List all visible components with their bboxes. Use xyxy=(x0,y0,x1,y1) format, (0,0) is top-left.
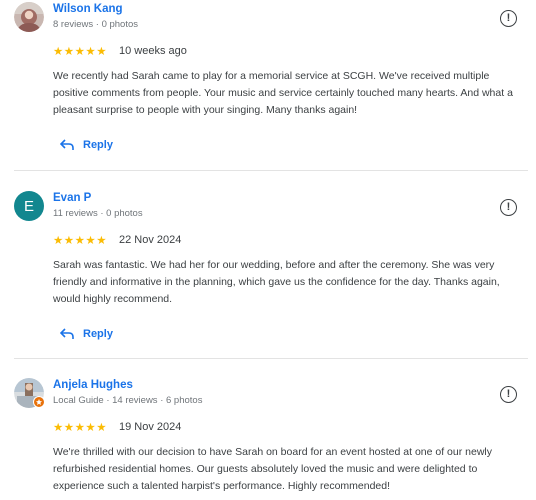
review-text: Sarah was fantastic. We had her for our … xyxy=(53,259,500,305)
review-card: Anjela Hughes Local Guide · 14 reviews ·… xyxy=(0,375,536,500)
avatar[interactable] xyxy=(14,2,44,32)
star-rating: ★★★★★ xyxy=(53,46,108,58)
more-options-icon[interactable]: ! xyxy=(500,199,517,216)
review-text: We're thrilled with our decision to have… xyxy=(53,446,492,492)
reviewer-name[interactable]: Evan P xyxy=(53,192,91,204)
divider xyxy=(14,170,528,171)
divider xyxy=(14,358,528,359)
reviewer-name[interactable]: Wilson Kang xyxy=(53,3,123,15)
review-card: Wilson Kang 8 reviews · 0 photos ! ★★★★★… xyxy=(0,0,536,170)
review-card: E Evan P 11 reviews · 0 photos ! ★★★★★ 2… xyxy=(0,188,536,358)
local-guide-badge-icon xyxy=(33,396,45,408)
review-date: 19 Nov 2024 xyxy=(119,421,182,433)
reviewer-meta: Local Guide · 14 reviews · 6 photos xyxy=(53,395,203,406)
reply-button[interactable]: Reply xyxy=(60,328,113,340)
more-options-icon[interactable]: ! xyxy=(500,10,517,27)
review-date: 22 Nov 2024 xyxy=(119,234,182,246)
reply-arrow-icon xyxy=(60,139,74,150)
reply-label: Reply xyxy=(83,328,113,340)
reviewer-meta: 8 reviews · 0 photos xyxy=(53,19,139,30)
star-rating: ★★★★★ xyxy=(53,235,108,247)
reviewer-meta: 11 reviews · 0 photos xyxy=(53,208,143,219)
avatar[interactable] xyxy=(14,378,45,408)
reviewer-name[interactable]: Anjela Hughes xyxy=(53,379,133,391)
reply-label: Reply xyxy=(83,139,113,151)
reply-arrow-icon xyxy=(60,328,74,339)
reviews-list: Wilson Kang 8 reviews · 0 photos ! ★★★★★… xyxy=(0,0,536,500)
review-date: 10 weeks ago xyxy=(119,45,187,57)
review-text: We recently had Sarah came to play for a… xyxy=(53,70,513,116)
reply-button[interactable]: Reply xyxy=(60,139,113,151)
star-rating: ★★★★★ xyxy=(53,422,108,434)
avatar[interactable]: E xyxy=(14,191,44,221)
more-options-icon[interactable]: ! xyxy=(500,386,517,403)
